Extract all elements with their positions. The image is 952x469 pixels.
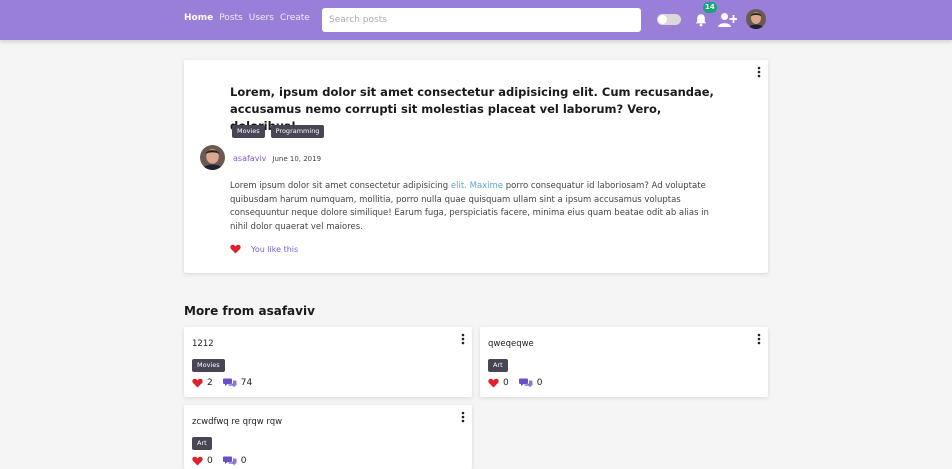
like-count: 2 [207,377,213,388]
post-stats: 0 0 [192,455,256,466]
like-count: 0 [503,377,509,388]
like-row: You like this [230,244,298,254]
related-post-tags: Movies [192,359,225,372]
related-post-title[interactable]: qweqeqwe [488,339,534,349]
post-body: Lorem ipsum dolor sit amet consectetur a… [230,180,725,234]
tag-badge[interactable]: Movies [232,125,265,138]
post-tags: Movies Programming [232,125,325,138]
post-date: June 10, 2019 [272,155,322,163]
heart-icon[interactable] [192,378,203,388]
more-vertical-icon[interactable] [459,411,467,423]
notification-count-badge: 14 [703,2,717,13]
search-input[interactable] [322,8,641,32]
tag-badge[interactable]: Art [488,359,508,372]
more-vertical-icon[interactable] [755,66,763,78]
heart-icon[interactable] [230,244,241,254]
more-vertical-icon[interactable] [459,333,467,345]
related-post-title[interactable]: 1212 [192,339,214,349]
author-link[interactable]: asafaviv [233,154,266,163]
user-avatar[interactable] [746,9,766,29]
more-vertical-icon[interactable] [755,333,763,345]
related-post-tags: Art [488,359,508,372]
nav-users-link[interactable]: Users [249,13,274,23]
add-user-icon[interactable] [718,12,737,28]
like-status-text: You like this [251,244,299,254]
related-post-title[interactable]: zcwdfwq re qrqw rqw [192,417,282,427]
theme-toggle[interactable] [657,14,681,25]
more-from-heading: More from asafaviv [184,304,315,318]
comment-count: 0 [536,377,543,388]
author-avatar[interactable] [200,145,225,170]
post-stats: 2 74 [192,377,262,388]
comments-icon[interactable] [519,377,533,388]
nav-home-link[interactable]: Home [184,13,213,23]
theme-toggle-knob [658,15,667,24]
heart-icon[interactable] [192,456,203,466]
tag-badge[interactable]: Art [192,437,212,450]
top-navbar: Home Posts Users Create 14 [0,0,952,40]
tag-badge[interactable]: Programming [270,125,325,138]
comments-icon[interactable] [223,455,237,466]
bell-icon[interactable] [694,13,708,27]
main-nav: Home Posts Users Create [184,13,310,23]
related-post-card[interactable]: qweqeqwe Art 0 0 [480,327,768,397]
heart-icon[interactable] [488,378,499,388]
comment-count: 74 [240,377,253,388]
author-line: asafaviv June 10, 2019 [233,154,321,163]
post-body-highlight: elit. Maxime [450,181,504,191]
related-post-card[interactable]: 1212 Movies 2 74 [184,327,472,397]
nav-posts-link[interactable]: Posts [219,13,243,23]
comments-icon[interactable] [223,377,237,388]
comment-count: 0 [240,455,247,466]
post-body-text: Lorem ipsum dolor sit amet consectetur a… [230,181,451,191]
tag-badge[interactable]: Movies [192,359,225,372]
post-stats: 0 0 [488,377,552,388]
related-post-tags: Art [192,437,212,450]
nav-create-link[interactable]: Create [280,13,310,23]
like-count: 0 [207,455,213,466]
related-post-card[interactable]: zcwdfwq re qrqw rqw Art 0 0 [184,405,472,469]
post-card: Lorem, ipsum dolor sit amet consectetur … [184,60,768,273]
